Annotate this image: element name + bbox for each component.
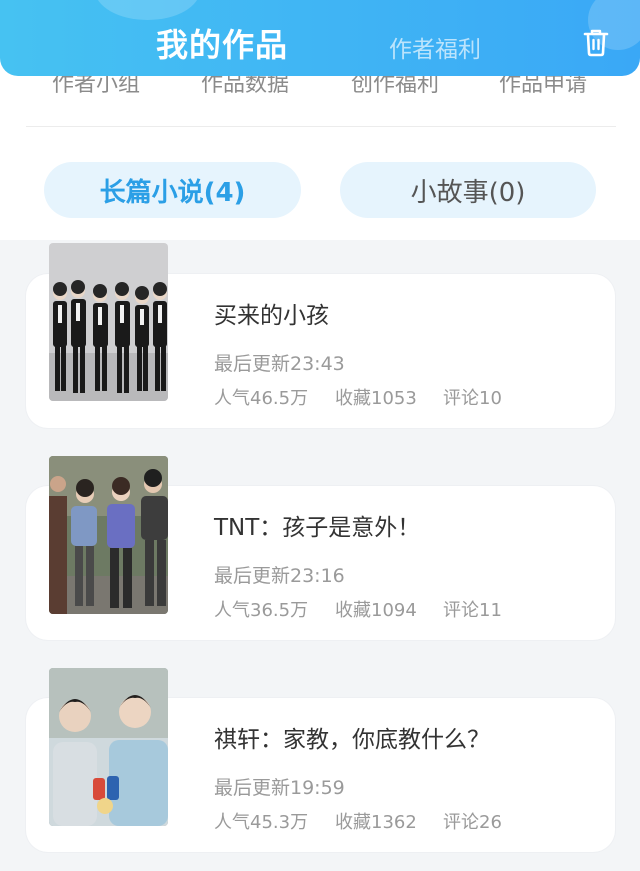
decor-bubble [95,0,200,20]
work-popularity: 人气36.5万 [214,600,309,621]
tab-short-stories[interactable]: 小故事(0) [340,162,596,218]
tab-my-works[interactable]: 我的作品 [156,20,288,66]
top-header: 我的作品 作者福利 [0,0,640,76]
trash-icon[interactable] [580,26,612,58]
divider [26,126,616,127]
tab-long-novels[interactable]: 长篇小说(4) [44,162,301,218]
work-updated-time: 最后更新19:59 [214,777,345,799]
work-title[interactable]: 买来的小孩 [214,296,329,330]
work-comments: 评论26 [443,812,502,833]
work-title[interactable]: 祺轩：家教，你底教什么？ [214,720,490,754]
work-popularity: 人气46.5万 [214,388,309,409]
work-cover-image[interactable] [49,456,168,614]
work-favorites: 收藏1362 [335,812,417,833]
work-popularity: 人气45.3万 [214,812,309,833]
work-comments: 评论11 [443,600,502,621]
work-favorites: 收藏1094 [335,600,417,621]
work-updated-time: 最后更新23:16 [214,565,345,587]
work-favorites: 收藏1053 [335,388,417,409]
work-title[interactable]: TNT：孩子是意外！ [214,508,420,542]
work-cover-image[interactable] [49,243,168,401]
work-comments: 评论10 [443,388,502,409]
work-cover-image[interactable] [49,668,168,826]
tab-author-benefits[interactable]: 作者福利 [389,30,481,64]
work-updated-time: 最后更新23:43 [214,353,345,375]
